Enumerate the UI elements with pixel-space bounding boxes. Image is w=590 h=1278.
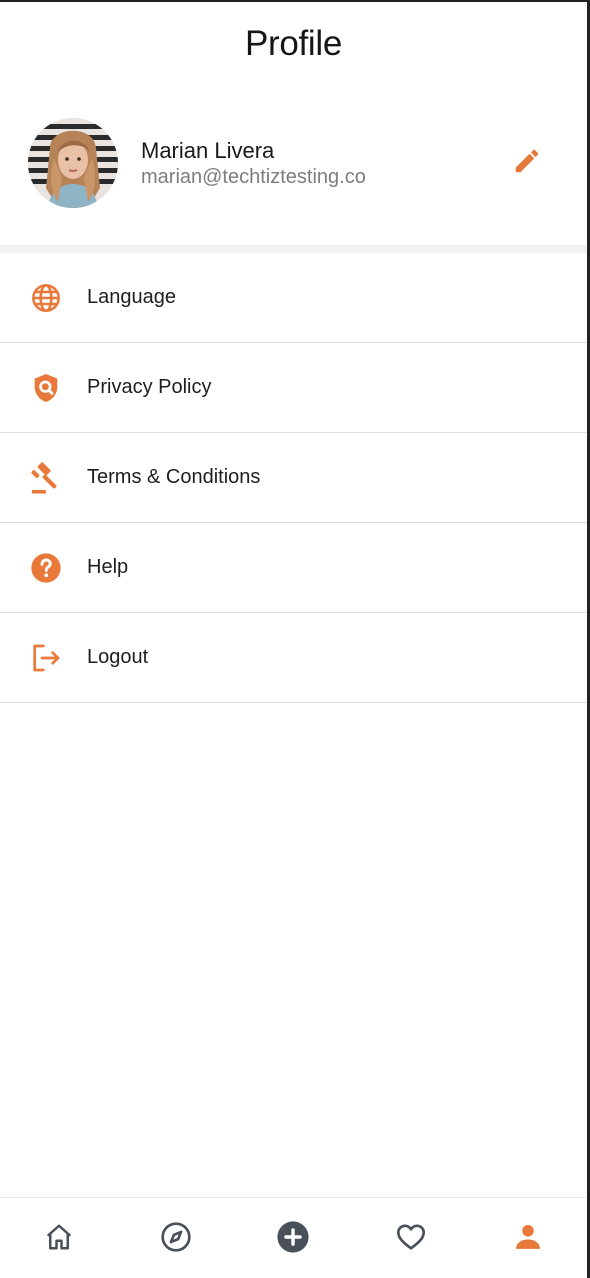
nav-home[interactable] bbox=[29, 1209, 89, 1269]
user-email: marian@techtiztesting.co bbox=[141, 166, 366, 188]
menu-item-label: Logout bbox=[87, 646, 149, 668]
profile-card: Marian Livera marian@techtiztesting.co bbox=[28, 118, 568, 208]
person-icon bbox=[513, 1222, 543, 1257]
help-circle-icon bbox=[29, 551, 63, 585]
user-name: Marian Livera bbox=[141, 138, 275, 163]
menu-item-language[interactable]: Language bbox=[0, 253, 587, 343]
add-circle-icon bbox=[276, 1220, 310, 1259]
section-divider bbox=[0, 245, 587, 253]
menu-item-label: Language bbox=[87, 286, 176, 308]
menu-item-logout[interactable]: Logout bbox=[0, 613, 587, 703]
nav-add[interactable] bbox=[263, 1209, 323, 1269]
globe-icon bbox=[29, 281, 63, 315]
avatar[interactable] bbox=[28, 118, 118, 208]
app-screen: Profile Marian Livera marian@techtiztest… bbox=[0, 0, 590, 1278]
nav-explore[interactable] bbox=[146, 1209, 206, 1269]
nav-profile[interactable] bbox=[498, 1209, 558, 1269]
menu-item-label: Privacy Policy bbox=[87, 376, 212, 398]
gavel-icon bbox=[29, 461, 63, 495]
nav-favorites[interactable] bbox=[381, 1209, 441, 1269]
pencil-icon bbox=[512, 146, 542, 181]
logout-icon bbox=[29, 641, 63, 675]
menu-item-terms-conditions[interactable]: Terms & Conditions bbox=[0, 433, 587, 523]
shield-search-icon bbox=[29, 371, 63, 405]
edit-profile-button[interactable] bbox=[512, 148, 542, 178]
bottom-navigation bbox=[0, 1197, 587, 1278]
heart-icon bbox=[395, 1221, 427, 1258]
compass-icon bbox=[160, 1221, 192, 1258]
settings-menu: Language Privacy Policy Terms & Conditio… bbox=[0, 253, 587, 703]
home-icon bbox=[44, 1222, 74, 1257]
page-title: Profile bbox=[244, 24, 343, 63]
menu-item-label: Help bbox=[87, 556, 129, 578]
menu-item-privacy-policy[interactable]: Privacy Policy bbox=[0, 343, 587, 433]
menu-item-label: Terms & Conditions bbox=[87, 466, 261, 488]
menu-item-help[interactable]: Help bbox=[0, 523, 587, 613]
